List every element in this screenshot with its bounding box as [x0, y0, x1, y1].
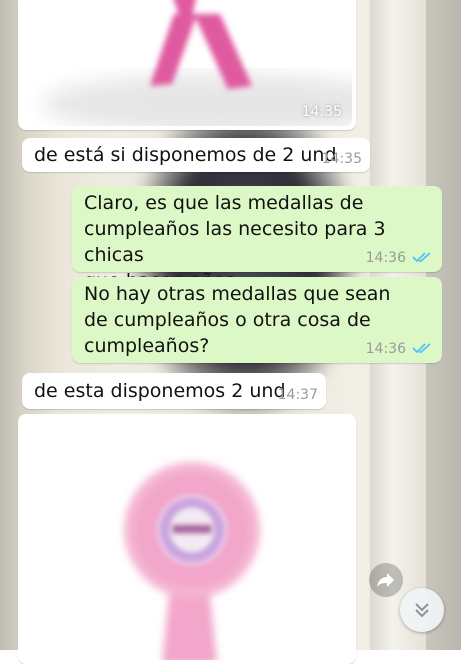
scroll-to-bottom-button[interactable] [400, 588, 444, 632]
outgoing-message[interactable]: Claro, es que las medallas de cumpleaños… [72, 186, 442, 292]
message-text: de está si disponemos de 2 und [34, 144, 337, 166]
message-time: 14:37 [277, 387, 318, 403]
message-line: de cumpleaños o otra cosa de [84, 309, 371, 331]
rosette-image [22, 418, 352, 660]
incoming-message[interactable]: de está si disponemos de 2 und 14:35 [22, 138, 370, 172]
forward-button[interactable] [369, 563, 403, 597]
image-message-ribbon[interactable]: 14:35 [18, 0, 356, 130]
double-check-icon [412, 343, 431, 354]
double-check-icon [412, 252, 431, 263]
outgoing-message[interactable]: No hay otras medallas que sean de cumple… [72, 277, 442, 363]
message-time: 14:36 [365, 250, 406, 266]
chevron-double-down-icon [415, 603, 429, 618]
message-text: de esta disponemos 2 und [34, 380, 286, 402]
forward-icon [377, 573, 394, 587]
message-body: No hay otras medallas que sean de cumple… [84, 281, 390, 359]
image-message-rosette[interactable] [18, 414, 356, 664]
message-time: 14:36 [365, 341, 406, 357]
rosette-photo[interactable] [22, 418, 352, 660]
incoming-message[interactable]: de esta disponemos 2 und 14:37 [22, 373, 326, 409]
message-line: Claro, es que las medallas de [84, 192, 364, 214]
message-line: cumpleaños? [84, 335, 210, 357]
message-time: 14:35 [321, 151, 362, 167]
message-time: 14:35 [301, 104, 342, 120]
message-line: No hay otras medallas que sean [84, 283, 391, 305]
